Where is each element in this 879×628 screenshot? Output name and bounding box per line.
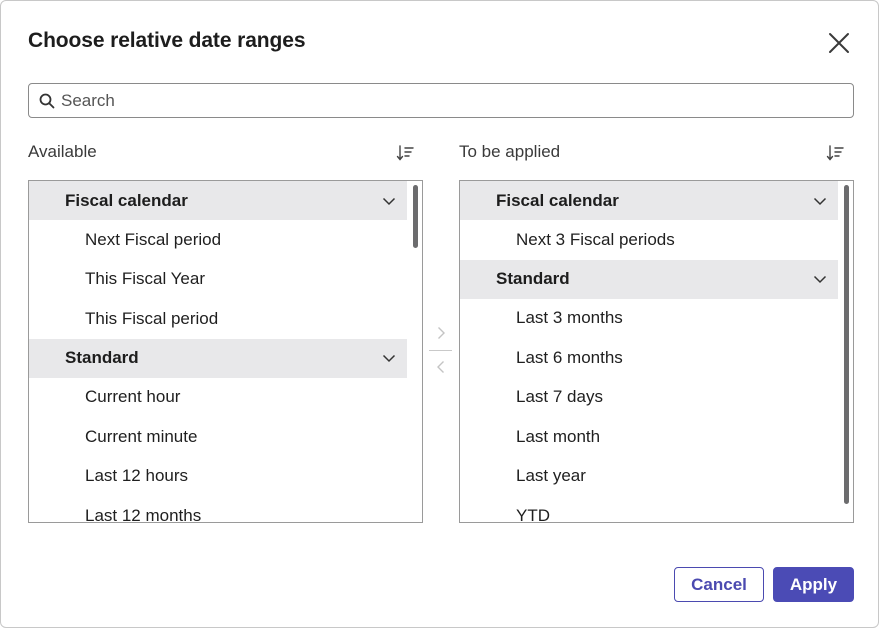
chevron-down-icon [382,354,396,363]
search-icon [39,93,55,108]
to-be-applied-label: To be applied [459,142,561,161]
list-item[interactable]: Last 12 hours [29,457,407,497]
chevron-left-icon [437,361,444,373]
applied-group-standard[interactable]: Standard [460,259,838,299]
dialog-title: Choose relative date ranges [28,29,306,52]
list-item[interactable]: YTD [460,496,838,522]
applied-group-fiscal-calendar[interactable]: Fiscal calendar [460,181,838,220]
to-be-applied-scrollbar[interactable] [844,185,849,504]
available-group-fiscal-calendar[interactable]: Fiscal calendar [29,181,407,220]
close-icon [829,33,849,53]
group-label: Fiscal calendar [496,190,619,210]
list-item[interactable]: Current hour [29,378,407,418]
list-item[interactable]: Last 3 months [460,299,838,339]
search-input[interactable] [61,90,821,111]
list-item[interactable]: Last 7 days [460,378,838,418]
relative-date-ranges-dialog: Choose relative date ranges Available Fi… [0,0,879,628]
to-be-applied-sort-button[interactable] [826,143,846,163]
move-right-button[interactable] [433,325,449,341]
available-sort-button[interactable] [396,143,416,163]
close-button[interactable] [825,29,853,57]
list-item[interactable]: This Fiscal Year [29,260,407,300]
list-item[interactable]: This Fiscal period [29,299,407,339]
cancel-button[interactable]: Cancel [674,567,764,602]
chevron-down-icon [813,197,827,205]
group-label: Fiscal calendar [65,190,188,210]
transfer-divider [429,350,452,351]
sort-icon [396,145,414,161]
group-label: Standard [65,348,139,367]
group-label: Standard [496,269,570,288]
available-scrollbar[interactable] [413,185,418,248]
available-group-standard[interactable]: Standard [29,338,407,378]
chevron-down-icon [382,197,396,205]
sort-icon [826,145,844,161]
chevron-right-icon [438,327,445,339]
available-list[interactable]: Fiscal calendar Next Fiscal period This … [28,180,423,523]
list-item[interactable]: Last month [460,417,838,457]
list-item[interactable]: Current minute [29,417,407,457]
list-item[interactable]: Next 3 Fiscal periods [460,220,838,260]
list-item[interactable]: Last year [460,457,838,497]
to-be-applied-list[interactable]: Fiscal calendar Next 3 Fiscal periods St… [459,180,854,523]
chevron-down-icon [813,275,827,284]
available-label: Available [28,142,97,161]
list-item[interactable]: Last 6 months [460,338,838,378]
list-item[interactable]: Next Fiscal period [29,220,407,260]
list-item[interactable]: Last 12 months [29,496,407,522]
move-left-button[interactable] [433,359,449,375]
apply-button[interactable]: Apply [773,567,854,602]
search-box [28,83,854,118]
